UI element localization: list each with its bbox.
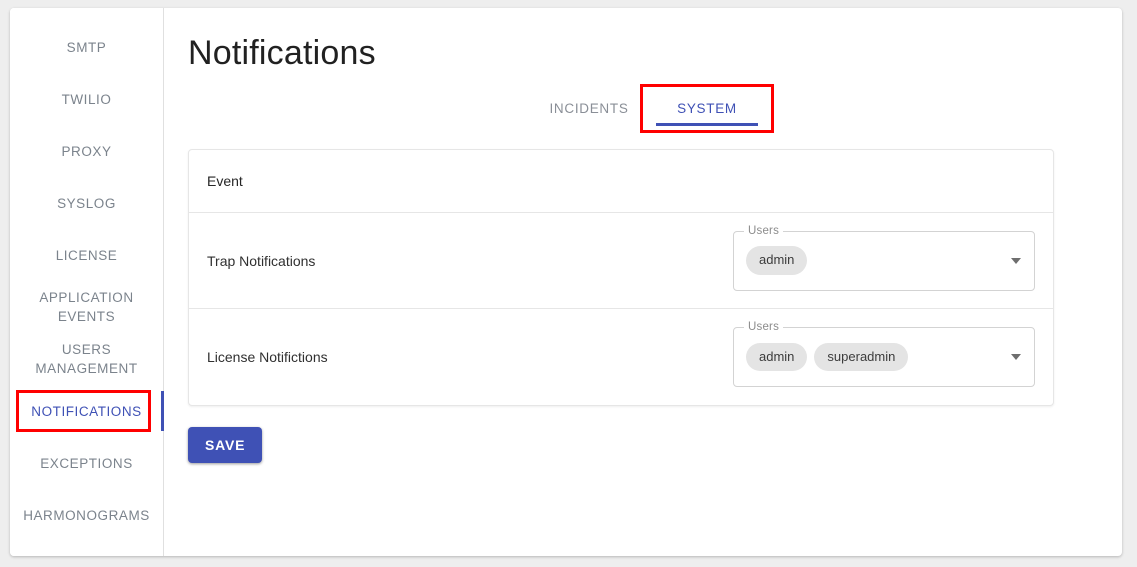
event-name: Trap Notifications [207,252,316,269]
user-chip[interactable]: admin [746,342,808,372]
sidebar-item-harmonograms[interactable]: HARMONOGRAMS [10,489,163,541]
sidebar-item-notifications[interactable]: NOTIFICATIONS [10,385,164,437]
sidebar-item-label: SMTP [66,39,107,55]
sidebar-item-license[interactable]: LICENSE [10,229,163,281]
chevron-down-icon[interactable] [1011,257,1021,264]
sidebar-item-label: LICENSE [55,247,118,263]
sidebar-item-label: PROXY [61,143,112,159]
users-multiselect[interactable]: Users admin superadmin [733,321,1035,387]
sidebar-item-label: APPLICATION EVENTS [39,290,134,324]
sidebar-item-about[interactable]: ABOUT [10,541,163,556]
tab-bar: INCIDENTS SYSTEM [164,84,1122,133]
selected-users-chips: admin superadmin [746,342,909,372]
chevron-down-icon[interactable] [1011,354,1021,360]
sidebar-item-syslog[interactable]: SYSLOG [10,177,163,229]
sidebar-item-exceptions[interactable]: EXCEPTIONS [10,437,163,489]
main-content: Notifications INCIDENTS SYSTEM Event Trap… [164,8,1122,556]
active-tab-underline [656,123,758,126]
sidebar-item-smtp[interactable]: SMTP [10,21,163,73]
users-multiselect[interactable]: Users admin [733,224,1035,291]
sidebar-item-label: HARMONOGRAMS [23,507,150,523]
app-window: SMTP TWILIO PROXY SYSLOG LICENSE APPLICATION … [10,8,1122,556]
sidebar-item-application-events[interactable]: APPLICATION EVENTS [10,281,163,333]
column-header-event: Event [207,173,243,189]
notifications-table-card: Event Trap Notifications Users admin Licens… [188,149,1054,406]
users-field-label: Users [744,321,784,333]
tab-system[interactable]: SYSTEM [640,84,774,133]
event-name: License Notifictions [207,349,328,365]
users-select-wrapper: Users admin [733,224,1035,291]
sidebar-item-label: SYSLOG [57,195,116,211]
tab-label: SYSTEM [677,101,737,116]
users-select-wrapper: Users admin superadmin [733,321,1035,387]
sidebar-item-twilio[interactable]: TWILIO [10,73,163,125]
users-field-label: Users [744,224,784,237]
sidebar-item-label: USERS MANAGEMENT [35,342,138,376]
sidebar-item-users-management[interactable]: USERS MANAGEMENT [10,333,163,385]
table-header-row: Event [189,150,1053,213]
page-title: Notifications [188,34,376,72]
sidebar-nav: SMTP TWILIO PROXY SYSLOG LICENSE APPLICATION … [10,8,164,556]
user-chip[interactable]: superadmin [814,342,909,372]
user-chip[interactable]: admin [746,246,808,275]
save-button[interactable]: SAVE [188,427,263,463]
sidebar-item-label: EXCEPTIONS [40,455,133,471]
sidebar-item-label: TWILIO [61,91,112,107]
tab-label: INCIDENTS [549,101,629,116]
sidebar-item-proxy[interactable]: PROXY [10,125,163,177]
sidebar-item-label: NOTIFICATIONS [31,403,142,419]
selected-users-chips: admin [746,246,808,275]
table-body: Trap Notifications Users admin License Noti… [189,213,1053,405]
tab-incidents[interactable]: INCIDENTS [530,89,648,126]
table-row: Trap Notifications Users admin [189,213,1053,309]
table-row: License Notifictions Users admin superadmin [189,309,1053,405]
